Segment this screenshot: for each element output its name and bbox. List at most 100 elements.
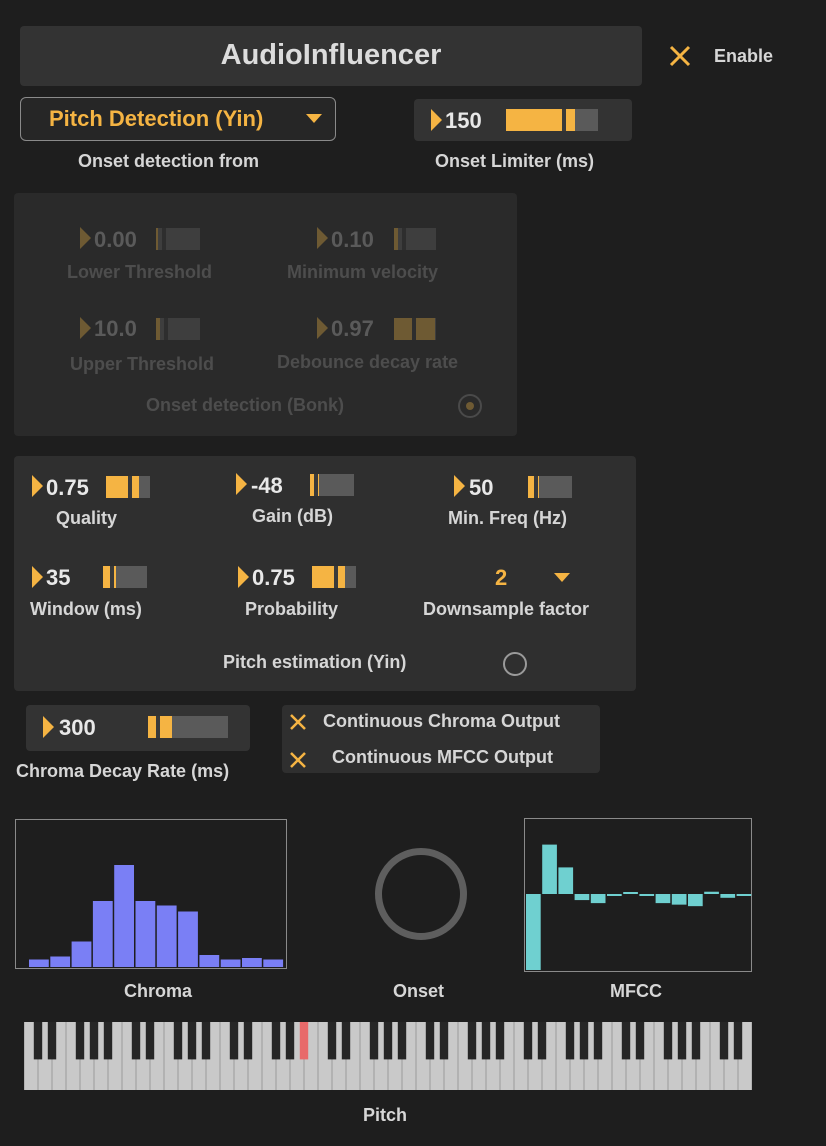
window-value[interactable]: 35 xyxy=(46,565,70,591)
quality-slider[interactable] xyxy=(106,476,150,498)
gain-value[interactable]: -48 xyxy=(251,473,283,499)
minimum-velocity-label: Minimum velocity xyxy=(287,262,439,282)
piano-black-key[interactable] xyxy=(719,1022,729,1060)
onset-limiter-box: 150 xyxy=(414,99,632,141)
onset-label: Onset xyxy=(393,981,445,1001)
upper-threshold-value[interactable]: 10.0 xyxy=(94,316,137,342)
probability-value[interactable]: 0.75 xyxy=(252,565,295,591)
caret-right-icon xyxy=(454,475,465,497)
enable-toggle[interactable]: Enable xyxy=(664,40,794,74)
window-slider[interactable] xyxy=(103,566,147,588)
caret-right-icon xyxy=(80,317,91,339)
piano-black-key[interactable] xyxy=(733,1022,743,1060)
yin-panel: 0.75 Quality -48 Gain (dB) 50 Min. Freq … xyxy=(14,456,636,691)
piano-black-key[interactable] xyxy=(271,1022,281,1060)
lower-threshold-label: Lower Threshold xyxy=(67,262,213,282)
min-freq-slider[interactable] xyxy=(528,476,572,498)
mfcc-bar xyxy=(671,894,687,905)
caret-right-icon xyxy=(431,109,442,131)
piano-black-key[interactable] xyxy=(145,1022,155,1060)
chroma-decay-slider[interactable] xyxy=(148,716,228,738)
caret-right-icon xyxy=(236,473,247,495)
piano-black-key[interactable] xyxy=(537,1022,547,1060)
gain-slider[interactable] xyxy=(310,474,354,496)
close-icon xyxy=(290,714,306,730)
piano-black-key[interactable] xyxy=(327,1022,337,1060)
piano-black-key[interactable] xyxy=(383,1022,393,1060)
minimum-velocity-value[interactable]: 0.10 xyxy=(331,227,374,253)
chroma-bar xyxy=(29,959,49,967)
piano-keyboard[interactable] xyxy=(24,1022,752,1090)
piano-black-key[interactable] xyxy=(677,1022,687,1060)
piano-black-key[interactable] xyxy=(425,1022,435,1060)
min-freq-value[interactable]: 50 xyxy=(469,475,493,501)
mfcc-bar xyxy=(558,867,574,894)
piano-black-key[interactable] xyxy=(663,1022,673,1060)
mfcc-label: MFCC xyxy=(610,981,662,1001)
caret-right-icon xyxy=(32,566,43,588)
upper-threshold-slider[interactable] xyxy=(156,318,200,340)
mfcc-bar xyxy=(607,894,622,896)
mfcc-bar xyxy=(704,891,719,894)
close-icon xyxy=(290,752,306,768)
piano-black-key[interactable] xyxy=(691,1022,701,1060)
piano-black-key[interactable] xyxy=(131,1022,141,1060)
yin-radio[interactable] xyxy=(503,652,527,676)
onset-indicator xyxy=(375,848,467,940)
quality-value[interactable]: 0.75 xyxy=(46,475,89,501)
continuous-mfcc-toggle[interactable]: Continuous MFCC Output xyxy=(282,741,600,773)
chroma-bar xyxy=(156,905,177,967)
piano-black-key[interactable] xyxy=(635,1022,645,1060)
piano-black-key[interactable] xyxy=(593,1022,603,1060)
debounce-decay-value[interactable]: 0.97 xyxy=(331,316,374,342)
piano-black-key[interactable] xyxy=(299,1022,309,1060)
piano-black-key[interactable] xyxy=(47,1022,57,1060)
lower-threshold-slider[interactable] xyxy=(156,228,200,250)
piano-black-key[interactable] xyxy=(103,1022,113,1060)
piano-black-key[interactable] xyxy=(369,1022,379,1060)
probability-slider[interactable] xyxy=(312,566,356,588)
piano-black-key[interactable] xyxy=(75,1022,85,1060)
debounce-decay-slider[interactable] xyxy=(394,318,436,340)
onset-source-dropdown[interactable]: Pitch Detection (Yin) xyxy=(20,97,336,141)
piano-black-key[interactable] xyxy=(621,1022,631,1060)
caret-right-icon xyxy=(80,227,91,249)
chroma-decay-value[interactable]: 300 xyxy=(59,715,96,741)
mfcc-bar xyxy=(623,892,638,894)
onset-limiter-value[interactable]: 150 xyxy=(445,108,482,134)
minimum-velocity-slider[interactable] xyxy=(394,228,436,250)
onset-limiter-label: Onset Limiter (ms) xyxy=(435,151,595,171)
piano-black-key[interactable] xyxy=(173,1022,183,1060)
piano-black-key[interactable] xyxy=(397,1022,407,1060)
piano-black-key[interactable] xyxy=(579,1022,589,1060)
mfcc-bar xyxy=(639,894,655,896)
chroma-bar xyxy=(114,865,134,967)
piano-black-key[interactable] xyxy=(243,1022,253,1060)
piano-black-key[interactable] xyxy=(33,1022,43,1060)
piano-black-key[interactable] xyxy=(467,1022,477,1060)
bonk-title: Onset detection (Bonk) xyxy=(146,395,345,415)
continuous-output-panel: Continuous Chroma Output Continuous MFCC… xyxy=(282,705,600,773)
piano-black-key[interactable] xyxy=(481,1022,491,1060)
bonk-panel: 0.00 Lower Threshold 0.10 Minimum veloci… xyxy=(14,193,517,436)
piano-black-key[interactable] xyxy=(341,1022,351,1060)
continuous-chroma-toggle[interactable]: Continuous Chroma Output xyxy=(282,705,600,737)
piano-black-key[interactable] xyxy=(285,1022,295,1060)
lower-threshold-value[interactable]: 0.00 xyxy=(94,227,137,253)
chroma-decay-box: 300 xyxy=(26,705,250,751)
bonk-radio[interactable] xyxy=(458,394,482,418)
piano-black-key[interactable] xyxy=(495,1022,505,1060)
onset-source-label: Onset detection from xyxy=(78,151,260,171)
title-panel: AudioInfluencer xyxy=(20,26,642,86)
piano-black-key[interactable] xyxy=(89,1022,99,1060)
piano-black-key[interactable] xyxy=(201,1022,211,1060)
piano-black-key[interactable] xyxy=(187,1022,197,1060)
onset-limiter-slider[interactable] xyxy=(506,109,598,131)
piano-black-key[interactable] xyxy=(523,1022,533,1060)
piano-black-key[interactable] xyxy=(229,1022,239,1060)
caret-right-icon xyxy=(238,566,249,588)
piano-black-key[interactable] xyxy=(439,1022,449,1060)
chevron-down-icon xyxy=(306,114,322,123)
piano-black-key[interactable] xyxy=(565,1022,575,1060)
downsample-dropdown[interactable]: 2 xyxy=(474,562,584,592)
